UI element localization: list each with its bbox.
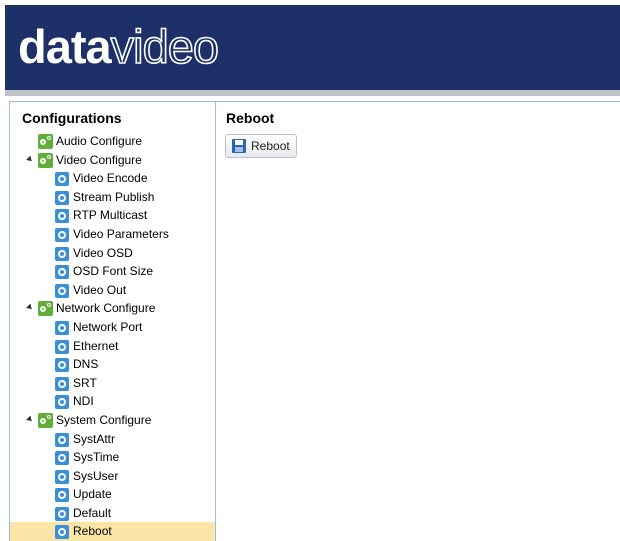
tree-leaf-item[interactable]: Update [10, 485, 215, 504]
collapse-arrow-icon[interactable] [26, 303, 34, 312]
settings-item-icon [55, 376, 69, 391]
tree-item-label: Audio Configure [56, 134, 143, 148]
settings-item-icon [55, 451, 69, 466]
tree-item-label: NDI [73, 394, 94, 409]
settings-item-icon [55, 358, 69, 373]
tree-leaf-item[interactable]: Video Parameters [10, 225, 215, 244]
settings-item-icon [55, 506, 69, 521]
datavideo-logo: datavideo [18, 20, 220, 74]
settings-item-icon [55, 265, 69, 280]
header-divider [5, 90, 620, 96]
tree-item-label: Network Configure [56, 301, 156, 316]
tree-item-label: Video Out [73, 282, 127, 297]
tree-leaf-item[interactable]: Stream Publish [10, 188, 215, 207]
tree-leaf-item[interactable]: RTP Multicast [10, 206, 215, 225]
tree-group-item[interactable]: Audio Configure [10, 132, 215, 151]
tree-group-item[interactable]: Network Configure [10, 299, 215, 318]
save-icon [232, 139, 246, 153]
settings-item-icon [55, 395, 69, 410]
tree-leaf-item[interactable]: DNS [10, 355, 215, 374]
settings-item-icon [55, 246, 69, 261]
configuration-tree: Audio Configure Video Configure Video Enco… [10, 132, 215, 541]
settings-group-icon [38, 152, 53, 168]
tree-item-label: Network Port [73, 319, 143, 334]
tree-item-label: Video Configure [56, 152, 142, 167]
sidebar-title: Configurations [22, 110, 122, 126]
tree-leaf-item[interactable]: Video Encode [10, 169, 215, 188]
settings-item-icon [55, 209, 69, 224]
settings-item-icon [55, 283, 69, 298]
tree-leaf-item[interactable]: Default [10, 504, 215, 523]
tree-item-label: SRT [73, 375, 97, 390]
collapse-arrow-icon[interactable] [26, 155, 34, 163]
tree-item-label: Update [73, 487, 112, 502]
tree-item-label: SysUser [73, 468, 119, 483]
reboot-button[interactable]: Reboot [225, 134, 297, 158]
tree-item-label: Default [73, 505, 112, 520]
tree-item-label: SysTime [73, 450, 120, 465]
settings-item-icon [55, 525, 69, 540]
configurations-panel: Configurations Audio Configure Video Conf… [9, 101, 216, 541]
settings-item-icon [55, 227, 69, 242]
tree-item-label: Video OSD [73, 245, 133, 260]
tree-item-label: Video Parameters [73, 226, 169, 241]
reboot-button-label: Reboot [251, 139, 290, 153]
tree-leaf-item[interactable]: SystAttr [10, 430, 215, 449]
tree-leaf-item[interactable]: NDI [10, 392, 215, 411]
tree-item-label: Stream Publish [73, 189, 155, 204]
settings-item-icon [55, 339, 69, 354]
settings-group-icon [38, 301, 53, 317]
collapse-arrow-icon[interactable] [26, 415, 34, 424]
settings-item-icon [55, 172, 69, 187]
settings-item-icon [55, 469, 69, 484]
tree-item-label: System Configure [56, 412, 152, 427]
tree-group-item[interactable]: System Configure [10, 411, 215, 430]
tree-item-label: Ethernet [73, 338, 119, 353]
tree-item-label: RTP Multicast [73, 208, 148, 223]
tree-leaf-item[interactable]: OSD Font Size [10, 262, 215, 281]
tree-item-label: SystAttr [73, 431, 116, 446]
settings-group-icon [38, 134, 53, 149]
tree-leaf-item[interactable]: Reboot [10, 522, 215, 541]
tree-leaf-item[interactable]: Video OSD [10, 244, 215, 263]
tree-leaf-item[interactable]: Video Out [10, 281, 215, 300]
tree-item-label: DNS [73, 357, 99, 372]
tree-item-label: Video Encode [73, 171, 148, 186]
settings-item-icon [55, 190, 69, 205]
tree-group-item[interactable]: Video Configure [10, 151, 215, 170]
tree-leaf-item[interactable]: Ethernet [10, 337, 215, 356]
tree-leaf-item[interactable]: Network Port [10, 318, 215, 337]
tree-leaf-item[interactable]: SRT [10, 374, 215, 393]
settings-item-icon [55, 432, 69, 447]
tree-leaf-item[interactable]: SysTime [10, 448, 215, 467]
tree-item-label: OSD Font Size [73, 264, 154, 279]
tree-leaf-item[interactable]: SysUser [10, 467, 215, 486]
settings-group-icon [38, 412, 53, 428]
tree-item-label: Reboot [73, 524, 112, 539]
app-header: datavideo [5, 5, 620, 90]
page-title: Reboot [226, 110, 275, 126]
main-content: Reboot Reboot [216, 101, 620, 541]
settings-item-icon [55, 320, 69, 335]
settings-item-icon [55, 488, 69, 503]
